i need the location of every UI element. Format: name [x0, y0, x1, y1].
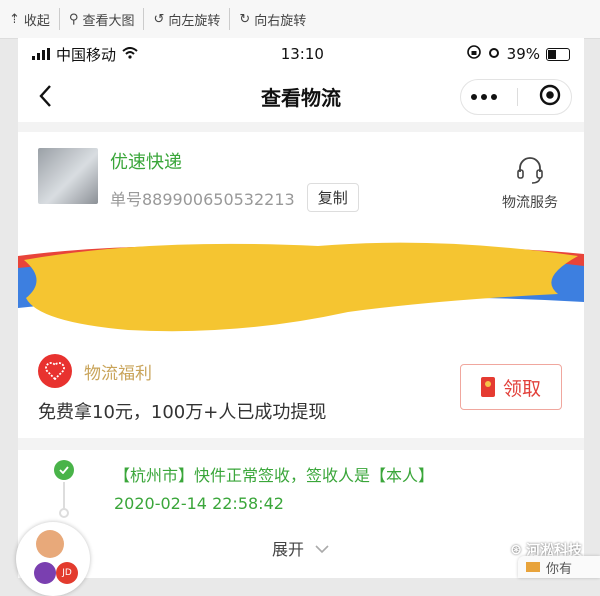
tracking-event: 【杭州市】快件正常签收，签收人是【本人】: [114, 466, 435, 485]
product-thumbnail[interactable]: [38, 148, 98, 204]
page-title: 查看物流: [261, 85, 341, 110]
battery-icon: [546, 47, 570, 61]
rotate-right-button[interactable]: ↻ 向右旋转: [230, 8, 315, 30]
headset-icon: [490, 152, 570, 186]
rotate-left-icon: ↺: [153, 11, 165, 27]
mini-program-capsule: [460, 79, 572, 115]
welfare-header: 物流福利: [38, 354, 152, 388]
alarm-icon: [487, 45, 501, 63]
copy-button[interactable]: 复制: [306, 183, 359, 212]
status-bar: 中国移动 13:10 39%: [18, 38, 584, 70]
collapse-button[interactable]: ⇡ 收起: [0, 8, 60, 30]
receive-button[interactable]: 领取: [460, 364, 562, 410]
service-label: 物流服务: [502, 195, 558, 211]
rotate-right-icon: ↻: [239, 11, 251, 27]
image-viewer-toolbar: ⇡ 收起 ⚲ 查看大图 ↺ 向左旋转 ↻ 向右旋转: [0, 0, 600, 39]
back-arrow-icon[interactable]: [38, 84, 52, 112]
view-large-button[interactable]: ⚲ 查看大图: [60, 8, 145, 30]
tracking-timeline: 【杭州市】快件正常签收，签收人是【本人】 2020-02-14 22:58:42…: [18, 450, 584, 578]
signal-icon: [32, 48, 50, 60]
chevron-down-icon: [314, 539, 330, 558]
tracking-row: 单号889900650532213 复制: [110, 183, 359, 212]
jd-badge-icon: JD: [56, 562, 78, 584]
redaction-scribble: [18, 242, 584, 332]
search-icon: ⚲: [68, 11, 79, 27]
avatar-badge: [34, 562, 56, 584]
wechat-icon: ⊛: [510, 542, 522, 558]
clock-time: 13:10: [280, 45, 324, 63]
rotate-left-button[interactable]: ↺ 向左旋转: [144, 8, 231, 30]
event-timestamp: 2020-02-14 22:58:42: [114, 494, 284, 513]
receive-label: 领取: [502, 377, 541, 400]
logistics-service-button[interactable]: 物流服务: [490, 152, 570, 212]
battery-percent: 39%: [506, 45, 540, 63]
carrier-name: 中国移动: [56, 45, 117, 64]
capsule-divider: [517, 88, 519, 106]
red-envelope-icon: [480, 377, 495, 397]
welfare-title: 物流福利: [84, 363, 152, 384]
phone-screenshot: 中国移动 13:10 39% 查看物流 优速快递 单号8899006505322…: [18, 38, 584, 578]
timeline-node: [59, 508, 69, 518]
floating-avatar[interactable]: JD: [16, 522, 90, 596]
avatar-face: [36, 530, 64, 558]
expand-button[interactable]: 展开: [18, 536, 584, 560]
timeline-connector: [63, 482, 65, 510]
close-target-icon[interactable]: [539, 84, 561, 110]
tracking-number: 单号889900650532213: [110, 189, 295, 209]
mail-icon: [526, 562, 540, 572]
upload-icon: ⇡: [9, 11, 20, 27]
heart-badge-icon: [38, 354, 72, 388]
more-icon[interactable]: [471, 94, 498, 100]
wifi-icon: [122, 45, 138, 63]
notification-tab[interactable]: 你有: [518, 556, 600, 578]
expand-label: 展开: [271, 540, 304, 559]
courier-name: 优速快递: [110, 152, 182, 173]
orientation-lock-icon: [466, 45, 481, 63]
benefit-text: 免费拿10元，100万+人已成功提现: [38, 402, 327, 423]
welfare-card: 物流福利 免费拿10元，100万+人已成功提现 领取: [18, 342, 584, 438]
check-icon: [54, 460, 74, 480]
nav-bar: 查看物流: [18, 70, 584, 122]
